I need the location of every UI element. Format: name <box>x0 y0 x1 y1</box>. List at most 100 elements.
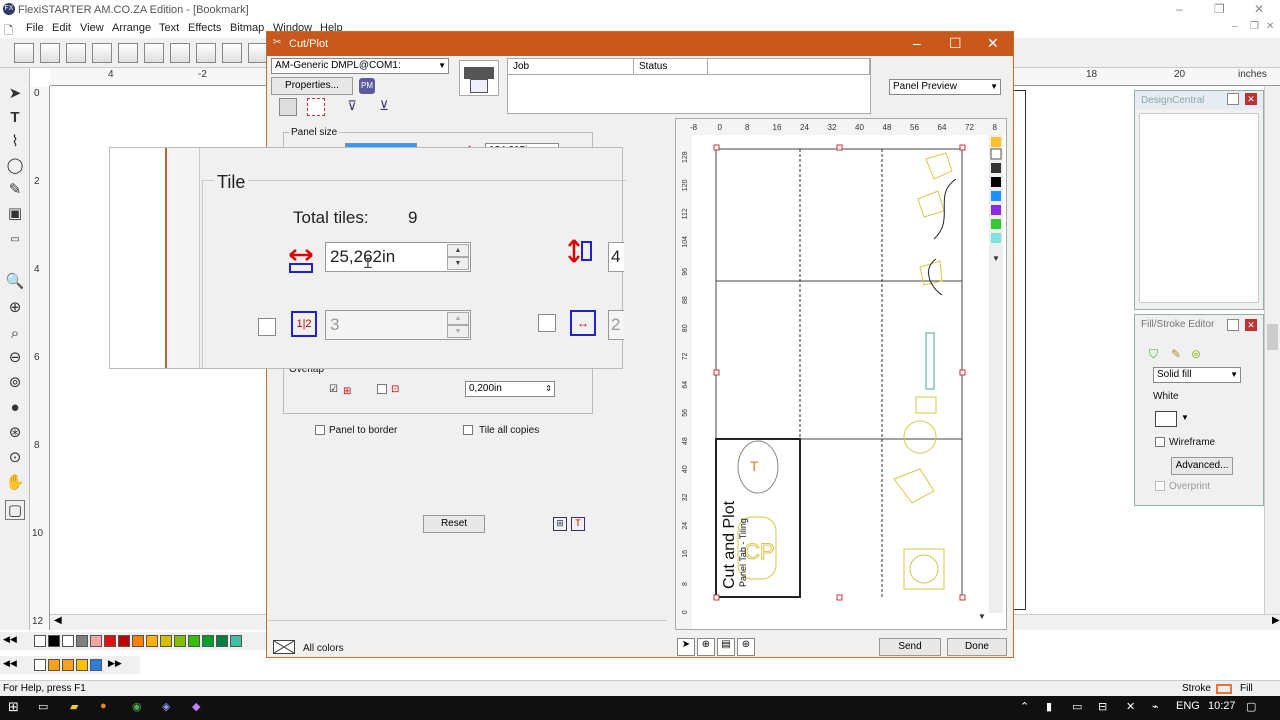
doc-minimize-icon[interactable]: – <box>1232 21 1238 32</box>
tab-plus-icon[interactable]: ⊻ <box>375 98 393 116</box>
clock[interactable]: 10:27 <box>1208 700 1236 712</box>
menu-effects[interactable]: Effects <box>188 22 221 34</box>
notifications-icon[interactable]: ▢ <box>1246 700 1256 713</box>
palette-swatch[interactable] <box>202 635 214 647</box>
spin-down-icon[interactable]: ▼ <box>447 257 469 270</box>
palette-prev-icon[interactable]: ◀◀ <box>3 634 17 645</box>
doc-close-icon[interactable]: ✕ <box>1266 21 1274 32</box>
maximize-icon[interactable]: ❐ <box>1214 2 1225 16</box>
color-tab-white[interactable] <box>990 148 1002 160</box>
tab-general-icon[interactable] <box>279 98 297 116</box>
scissors-icon[interactable] <box>222 43 242 63</box>
fill-color-swatch[interactable] <box>1155 411 1177 427</box>
columns-input[interactable]: 3 ▲ ▼ <box>325 310 471 340</box>
tile-grid-icon[interactable]: ⊞ <box>553 517 567 531</box>
cut-plot-icon[interactable] <box>170 43 190 63</box>
fill-icon[interactable]: ▣ <box>5 204 25 224</box>
zoom-fit-icon[interactable]: ⊚ <box>5 373 25 393</box>
palette-swatch[interactable] <box>76 635 88 647</box>
status-column-header[interactable]: Status <box>634 59 708 75</box>
overlap-checked-icon[interactable]: ☑ <box>329 384 338 395</box>
text-tool-icon[interactable]: T <box>5 108 25 128</box>
device-select[interactable]: AM-Generic DMPL@COM1: ▼ <box>271 58 449 74</box>
wifi-icon[interactable]: ⌁ <box>1152 700 1159 713</box>
dialog-minimize-icon[interactable]: – <box>913 35 921 51</box>
panel-preview-area[interactable]: -8 0 8 16 24 32 40 48 56 64 72 8 128 120 112 104 96 88 80… <box>675 118 1007 630</box>
palette-swatch[interactable] <box>48 635 60 647</box>
palette-swatch[interactable] <box>188 635 200 647</box>
menu-edit[interactable]: Edit <box>52 22 71 34</box>
palette-swatch[interactable] <box>90 635 102 647</box>
ellipse-icon[interactable]: ◯ <box>5 156 25 176</box>
preview-scroll-down-icon[interactable]: ▼ <box>992 254 1000 263</box>
recent-next-icon[interactable]: ▶▶ <box>108 658 122 669</box>
pointer-icon[interactable]: ➤ <box>677 638 695 656</box>
color-tab-yellow[interactable] <box>991 137 1001 147</box>
scroll-left-icon[interactable]: ◀ <box>54 615 62 626</box>
close-icon[interactable]: ✕ <box>1254 2 1264 16</box>
palette-swatch[interactable] <box>146 635 158 647</box>
menu-arrange[interactable]: Arrange <box>112 22 151 34</box>
color-tab-black[interactable] <box>991 177 1001 187</box>
color-tab-gray[interactable] <box>991 163 1001 173</box>
usb-icon[interactable]: ▮ <box>1046 700 1052 713</box>
copy-icon[interactable] <box>248 43 268 63</box>
palette-swatch[interactable] <box>230 635 242 647</box>
recent-swatch[interactable] <box>48 659 60 671</box>
new-icon[interactable] <box>14 43 34 63</box>
export-icon[interactable] <box>118 43 138 63</box>
overlap-input[interactable]: 0,200in ⇕ <box>465 381 555 397</box>
recent-swatch[interactable] <box>90 659 102 671</box>
doc-restore-icon[interactable]: ❐ <box>1250 21 1259 32</box>
tile-all-copies-checkbox[interactable] <box>463 425 473 435</box>
rows-checkbox[interactable] <box>538 314 556 332</box>
job-column-header[interactable]: Job <box>508 59 634 75</box>
flexi-app-icon[interactable]: ◈ <box>162 700 170 713</box>
stroke-swatch[interactable] <box>1216 684 1232 694</box>
recent-swatch[interactable] <box>62 659 74 671</box>
import-icon[interactable] <box>92 43 112 63</box>
zoom-prev-icon[interactable]: ● <box>5 398 25 418</box>
zoom-fit-icon[interactable]: ⊛ <box>737 638 755 656</box>
scroll-right-icon[interactable]: ▶ <box>1272 615 1280 626</box>
all-colors-icon[interactable] <box>273 640 295 654</box>
overprint-checkbox[interactable] <box>1155 481 1165 491</box>
vertical-scrollbar[interactable] <box>1264 86 1280 614</box>
production-manager-icon[interactable]: PM <box>359 78 375 94</box>
overlap-option-checkbox[interactable] <box>377 384 387 394</box>
properties-button[interactable]: Properties... <box>271 77 353 95</box>
volume-icon[interactable]: ✕ <box>1126 700 1135 713</box>
tab-tiling-icon[interactable] <box>307 98 325 116</box>
palette-swatch[interactable] <box>174 635 186 647</box>
dialog-close-icon[interactable]: ✕ <box>987 35 999 52</box>
chrome-icon[interactable]: ◉ <box>132 700 142 713</box>
menu-bitmap[interactable]: Bitmap <box>230 22 264 34</box>
production-manager-icon[interactable]: ◆ <box>192 700 200 713</box>
advanced-button[interactable]: Advanced... <box>1171 457 1233 475</box>
zoom-icon[interactable]: 🔍 <box>5 272 25 292</box>
panel-close-icon[interactable]: ✕ <box>1245 319 1257 331</box>
color-tab-green[interactable] <box>991 219 1001 229</box>
color-tab-blue[interactable] <box>991 191 1001 201</box>
zoom-out-icon[interactable]: ⊖ <box>5 348 25 368</box>
zoom-page-icon[interactable]: ⌕ <box>5 324 25 344</box>
spin-up-icon[interactable]: ▲ <box>447 244 469 257</box>
pointer-icon[interactable]: ➤ <box>5 84 25 104</box>
menu-view[interactable]: View <box>80 22 104 34</box>
network-icon[interactable]: ⊟ <box>1098 700 1107 713</box>
stroke-pen-icon[interactable]: ✎ <box>1171 347 1181 361</box>
tab-blade-icon[interactable]: ⊽ <box>343 98 361 116</box>
zoom-in-icon[interactable]: ⊕ <box>697 638 715 656</box>
palette-swatch[interactable] <box>132 635 144 647</box>
bezier-icon[interactable]: ⌇ <box>5 132 25 152</box>
reset-button[interactable]: Reset <box>423 515 485 533</box>
battery-icon[interactable]: ▭ <box>1072 700 1082 713</box>
task-view-icon[interactable]: ▭ <box>38 700 48 713</box>
save-icon[interactable] <box>66 43 86 63</box>
fill-stroke-swap-icon[interactable]: ⊜ <box>1191 347 1201 361</box>
spin-down-icon[interactable]: ▼ <box>447 325 469 338</box>
tile-text-icon[interactable]: T <box>571 517 585 531</box>
tile-height-input[interactable]: 4 <box>608 242 624 272</box>
dialog-maximize-icon[interactable]: ☐ <box>949 35 962 52</box>
spin-up-icon[interactable]: ▲ <box>447 312 469 325</box>
